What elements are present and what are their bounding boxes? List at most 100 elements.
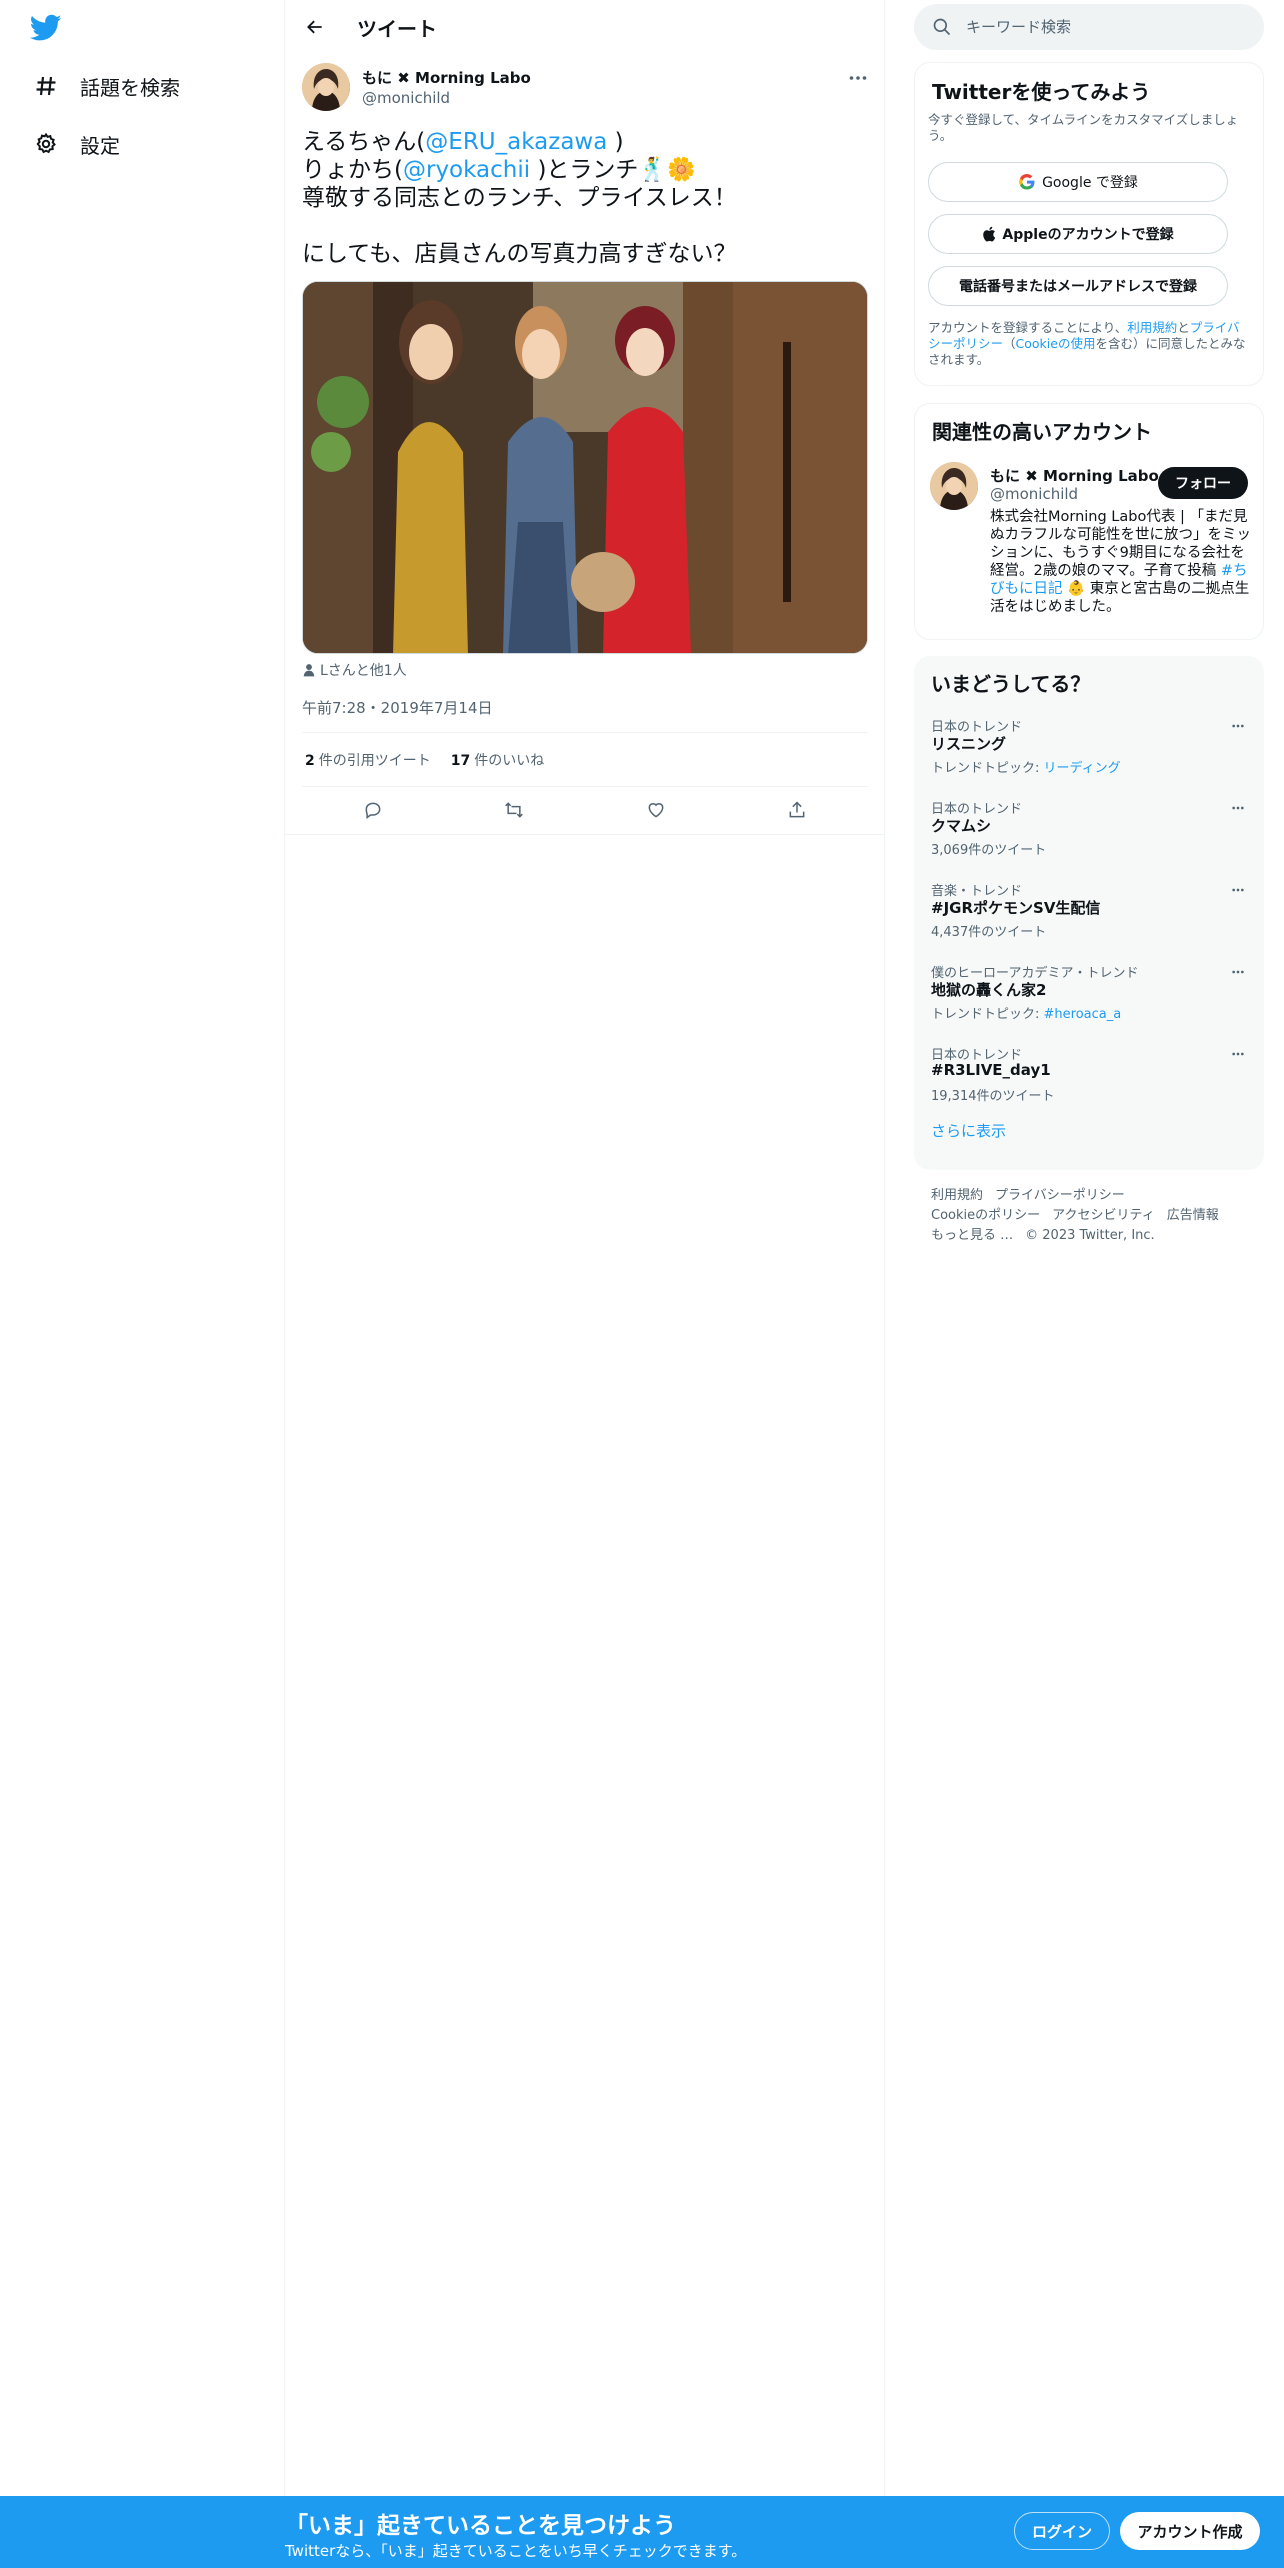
mention-link[interactable]: @ERU_akazawa: [425, 129, 607, 155]
footer-accessibility-link[interactable]: アクセシビリティ: [1052, 1208, 1155, 1223]
trend-more-button[interactable]: [1226, 716, 1250, 736]
related-account-avatar[interactable]: [930, 462, 978, 510]
related-account-name[interactable]: もに ✖ Morning Labo: [990, 465, 1159, 486]
tweet-photo[interactable]: [302, 281, 868, 654]
apple-icon: [982, 226, 996, 242]
footer-cookie-link[interactable]: Cookieのポリシー: [931, 1208, 1040, 1223]
legal-text-fragment: （: [1003, 336, 1016, 351]
likes-count: 17: [450, 753, 471, 769]
tweet-text-line-4: にしても、店員さんの写真力高すぎない？: [302, 241, 737, 267]
heart-icon: [648, 803, 664, 818]
google-signup-button[interactable]: Google で登録: [928, 162, 1228, 202]
trend-subtext-label: 19,314件のツイート: [931, 1089, 1055, 1104]
search-icon: [933, 18, 951, 36]
retweet-icon: [505, 802, 524, 818]
trend-item[interactable]: 日本のトレンド リスニング トレンドトピック: リーディング: [914, 716, 1264, 798]
trend-name: #R3LIVE_day1: [931, 1061, 1051, 1079]
trend-more-button[interactable]: [1226, 1044, 1250, 1064]
more-dots-icon: [1232, 724, 1244, 728]
divider: [302, 732, 868, 733]
trend-topic-link[interactable]: #heroaca_a: [1044, 1007, 1122, 1022]
tweet-text: えるちゃん(@ERU_akazawa ) りょかち(@ryokachii )とラ…: [302, 128, 862, 268]
show-more-link[interactable]: さらに表示: [931, 1120, 1006, 1141]
author-avatar[interactable]: [302, 63, 350, 111]
twitter-bird-icon[interactable]: [29, 14, 70, 46]
apple-signup-label: Appleのアカウントで登録: [1002, 227, 1174, 243]
trend-name: リスニング: [931, 735, 1007, 753]
footer-ads-link[interactable]: 広告情報: [1167, 1208, 1219, 1223]
nav-item-settings[interactable]: 設定: [32, 124, 120, 164]
quote-tweets-label: 件の引用ツイート: [318, 753, 431, 769]
google-signup-label: Google で登録: [1042, 175, 1138, 191]
trend-name: クマムシ: [931, 817, 992, 835]
tagged-users[interactable]: Lさんと他1人: [302, 660, 407, 680]
trend-subtext: トレンドトピック: #heroaca_a: [931, 1003, 1121, 1022]
apple-signup-button[interactable]: Appleのアカウントで登録: [928, 214, 1228, 254]
search-input[interactable]: [966, 18, 1226, 36]
retweet-button[interactable]: [497, 793, 531, 827]
trend-name: 地獄の轟くん家2: [931, 981, 1047, 999]
more-dots-icon: [1232, 1052, 1244, 1056]
tweet-text-fragment: りょかち(: [302, 157, 403, 183]
related-account-handle[interactable]: @monichild: [990, 485, 1078, 503]
trend-item[interactable]: 音楽・トレンド #JGRポケモンSV生配信 4,437件のツイート: [914, 880, 1264, 962]
divider: [285, 834, 885, 835]
trend-item[interactable]: 僕のヒーローアカデミア・トレンド 地獄の轟くん家2 トレンドトピック: #her…: [914, 962, 1264, 1044]
footer-privacy-link[interactable]: プライバシーポリシー: [995, 1188, 1125, 1203]
tweet-stats: 2 件の引用ツイート 17 件のいいね: [305, 750, 544, 770]
tweet-text-line-2: りょかち(@ryokachii )とランチ🕺🌼: [302, 156, 862, 184]
create-account-button[interactable]: アカウント作成: [1120, 2512, 1260, 2550]
trend-subtext: 19,314件のツイート: [931, 1085, 1055, 1104]
tweet-more-button[interactable]: [846, 66, 870, 90]
google-icon: [1018, 173, 1036, 191]
tweet-text-fragment: ): [607, 129, 624, 155]
mention-link[interactable]: @ryokachii: [403, 157, 530, 183]
share-button[interactable]: [780, 793, 814, 827]
back-button[interactable]: [299, 11, 331, 43]
trend-item[interactable]: 日本のトレンド クマムシ 3,069件のツイート: [914, 798, 1264, 880]
author-name[interactable]: もに ✖ Morning Labo: [362, 67, 531, 88]
footer-copyright: © 2023 Twitter, Inc.: [1025, 1228, 1155, 1243]
bottom-bar-subtitle: Twitterなら、「いま」起きていることをいち早くチェックできます。: [285, 2542, 747, 2560]
related-accounts-card: 関連性の高いアカウント もに ✖ Morning Labo @monichild…: [914, 403, 1264, 640]
back-arrow-icon: [307, 20, 322, 34]
reply-button[interactable]: [356, 793, 390, 827]
cookie-link[interactable]: Cookieの使用: [1016, 336, 1096, 351]
bottom-signup-bar: 「いま」起きていることを見つけよう Twitterなら、「いま」起きていることを…: [0, 2496, 1284, 2568]
more-dots-icon: [1232, 888, 1244, 892]
reply-icon: [365, 802, 381, 819]
main-column: ツイート もに ✖ Morning Labo @monichild えるちゃん(…: [285, 0, 885, 2568]
tweet-timestamp[interactable]: 午前7:28・2019年7月14日: [302, 697, 493, 718]
trend-more-button[interactable]: [1226, 962, 1250, 982]
signup-legal-text: アカウントを登録することにより、利用規約とプライバシーポリシー（Cookieの使…: [928, 320, 1248, 368]
page-title: ツイート: [357, 17, 437, 41]
related-accounts-title: 関連性の高いアカウント: [932, 420, 1152, 444]
signup-card: Twitterを使ってみよう 今すぐ登録して、タイムラインをカスタマイズしましょ…: [914, 62, 1264, 386]
like-button[interactable]: [639, 793, 673, 827]
trend-more-button[interactable]: [1226, 798, 1250, 818]
signup-card-title: Twitterを使ってみよう: [932, 80, 1151, 104]
quote-tweets-stat[interactable]: 2 件の引用ツイート: [305, 750, 431, 770]
nav-item-explore[interactable]: 話題を検索: [32, 66, 180, 106]
person-icon: [303, 664, 315, 677]
follow-button[interactable]: フォロー: [1158, 467, 1248, 499]
login-button[interactable]: ログイン: [1014, 2512, 1110, 2550]
trend-more-button[interactable]: [1226, 880, 1250, 900]
trend-subtext-label: 4,437件のツイート: [931, 925, 1047, 940]
legal-text-fragment: と: [1177, 320, 1190, 335]
divider: [302, 786, 868, 787]
trend-topic-link[interactable]: リーディング: [1044, 761, 1121, 776]
author-handle[interactable]: @monichild: [362, 89, 450, 107]
footer-terms-link[interactable]: 利用規約: [931, 1188, 983, 1203]
footer-links: 利用規約 プライバシーポリシー Cookieのポリシー アクセシビリティ 広告情報 も…: [931, 1186, 1251, 1246]
search-box[interactable]: [914, 4, 1264, 50]
phone-email-signup-button[interactable]: 電話番号またはメールアドレスで登録: [928, 266, 1228, 306]
more-dots-icon: [1232, 970, 1244, 974]
footer-more-link[interactable]: もっと見る …: [931, 1228, 1013, 1243]
trend-subtext: トレンドトピック: リーディング: [931, 757, 1121, 776]
tweet-actions: [302, 790, 868, 830]
likes-stat[interactable]: 17 件のいいね: [451, 750, 544, 770]
bottom-bar-title: 「いま」起きていることを見つけよう: [285, 2513, 676, 2539]
trend-item[interactable]: 日本のトレンド #R3LIVE_day1 19,314件のツイート: [914, 1044, 1264, 1126]
terms-link[interactable]: 利用規約: [1127, 320, 1177, 335]
